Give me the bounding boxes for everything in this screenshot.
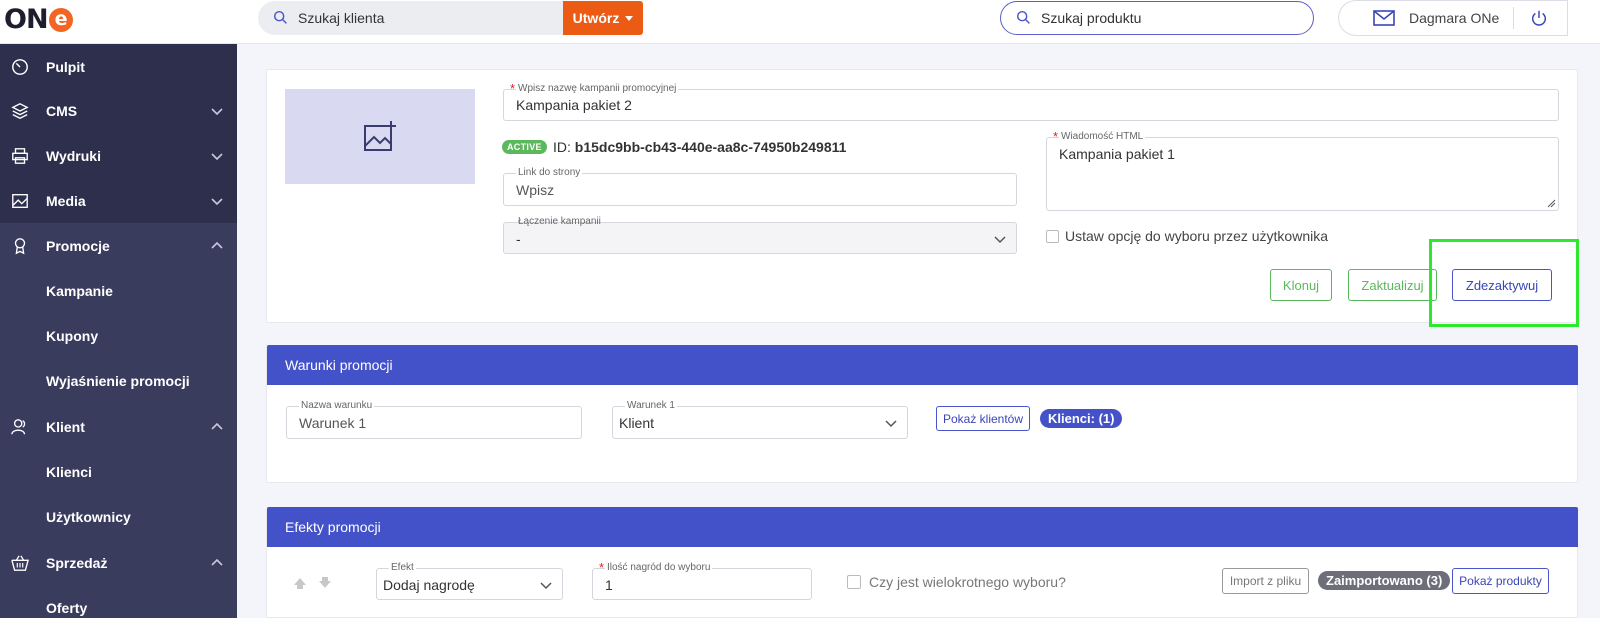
conditions-title: Warunki promocji (285, 357, 393, 373)
image-icon (12, 194, 28, 208)
effect-type-select[interactable]: Efekt Dodaj nagrodę (376, 562, 563, 600)
power-icon[interactable] (1530, 9, 1548, 27)
rewards-count-field[interactable]: * Ilość nagród do wyboru 1 (592, 560, 812, 600)
chevron-up-icon (211, 422, 223, 430)
dashboard-icon (12, 59, 28, 75)
search-icon (1016, 10, 1030, 24)
chevron-down-icon (211, 198, 223, 206)
sidebar-item-klient[interactable]: Klient (0, 404, 237, 450)
sidebar-item-pulpit[interactable]: Pulpit (0, 44, 237, 90)
multiple-choice-checkbox[interactable] (847, 575, 861, 589)
create-button[interactable]: Utwórz (563, 1, 643, 35)
chevron-down-icon (885, 420, 897, 428)
client-search-input[interactable]: Szukaj klienta (258, 1, 564, 35)
condition-type-label: Warunek 1 (625, 400, 677, 411)
rewards-count-value: 1 (605, 577, 613, 593)
sidebar-item-media[interactable]: Media (0, 178, 237, 224)
caret-down-icon (625, 15, 634, 21)
campaign-image-placeholder[interactable] (285, 89, 475, 184)
campaign-id: ID: b15dc9bb-cb43-440e-aa8c-74950b249811 (553, 139, 847, 155)
sidebar-item-kupony[interactable]: Kupony (0, 313, 237, 359)
effects-title: Efekty promocji (285, 519, 381, 535)
mail-icon[interactable] (1373, 10, 1395, 26)
import-file-button[interactable]: Import z pliku (1222, 568, 1309, 594)
chevron-down-icon (211, 108, 223, 116)
highlight-frame (1429, 239, 1579, 327)
add-image-icon (364, 120, 396, 151)
sidebar-item-uzytkownicy[interactable]: Użytkownicy (0, 494, 237, 540)
printer-icon (12, 148, 28, 164)
update-button[interactable]: Zaktualizuj (1348, 269, 1437, 301)
sidebar-item-wydruki[interactable]: Wydruki (0, 133, 237, 179)
html-message-value: Kampania pakiet 1 (1059, 146, 1175, 162)
required-marker: * (599, 560, 605, 575)
sidebar-item-cms[interactable]: CMS (0, 88, 237, 134)
sidebar-item-sprzedaz[interactable]: Sprzedaż (0, 540, 237, 586)
imported-count-badge: Zaimportowano (3) (1318, 571, 1451, 590)
conditions-header: Warunki promocji (267, 345, 1578, 385)
multiple-choice-label: Czy jest wielokrotnego wyboru? (869, 574, 1066, 590)
user-option-label: Ustaw opcję do wyboru przez użytkownika (1065, 228, 1329, 244)
condition-name-value: Warunek 1 (299, 415, 367, 431)
resize-handle-icon[interactable] (1547, 199, 1556, 208)
campaign-name-value: Kampania pakiet 2 (516, 97, 632, 113)
reorder-arrows-icon[interactable] (292, 575, 342, 591)
chevron-up-icon (211, 241, 223, 249)
search-icon (273, 10, 287, 24)
chevron-down-icon (540, 582, 552, 590)
campaign-merge-select[interactable]: Łączenie kampanii - (503, 216, 1017, 254)
condition-name-label: Nazwa warunku (299, 400, 375, 411)
page-link-label: Link do strony (516, 167, 583, 178)
top-bar: ON e Szukaj klienta Utwórz Szukaj produkt… (0, 0, 1600, 44)
show-clients-button[interactable]: Pokaż klientów (936, 406, 1030, 431)
users-icon (11, 419, 26, 435)
layers-icon (11, 103, 29, 119)
required-marker: * (510, 81, 516, 96)
effects-header: Efekty promocji (267, 507, 1578, 547)
show-products-button[interactable]: Pokaż produkty (1452, 568, 1549, 594)
campaign-name-label: Wpisz nazwę kampanii promocyjnej (516, 83, 679, 94)
user-name[interactable]: Dagmara ONe (1409, 10, 1499, 26)
effect-type-label: Efekt (389, 562, 416, 573)
divider (1513, 7, 1515, 29)
award-icon (14, 238, 26, 255)
clients-count-badge[interactable]: Klienci: (1) (1040, 409, 1123, 428)
page-link-field[interactable]: Link do strony Wpisz (503, 167, 1017, 206)
product-search-placeholder: Szukaj produktu (1041, 10, 1142, 26)
chevron-down-icon (994, 236, 1006, 244)
sidebar-item-oferty[interactable]: Oferty (0, 585, 237, 618)
effect-type-value: Dodaj nagrodę (383, 577, 475, 593)
chevron-up-icon (211, 558, 223, 566)
condition-name-field[interactable]: Nazwa warunku Warunek 1 (286, 400, 582, 439)
sidebar-item-kampanie[interactable]: Kampanie (0, 268, 237, 314)
sidebar-item-wyjasnienie-promocji[interactable]: Wyjaśnienie promocji (0, 358, 237, 404)
app-logo[interactable]: ON e (4, 4, 73, 35)
clone-button[interactable]: Klonuj (1270, 269, 1332, 301)
user-menu: Dagmara ONe (1338, 0, 1568, 36)
html-message-label: Wiadomość HTML (1059, 131, 1146, 142)
product-search-input[interactable]: Szukaj produktu (1000, 1, 1314, 35)
condition-type-value: Klient (619, 415, 655, 431)
rewards-count-label: Ilość nagród do wyboru (605, 562, 713, 573)
client-search-placeholder: Szukaj klienta (298, 10, 385, 26)
campaign-name-field[interactable]: * Wpisz nazwę kampanii promocyjnej Kampa… (503, 81, 1559, 121)
condition-type-select[interactable]: Warunek 1 Klient (612, 400, 908, 439)
campaign-merge-label: Łączenie kampanii (518, 216, 601, 227)
campaign-merge-value: - (516, 231, 521, 247)
basket-icon (11, 555, 29, 571)
html-message-textarea[interactable]: * Wiadomość HTML Kampania pakiet 1 (1046, 129, 1559, 211)
page-link-placeholder: Wpisz (516, 182, 555, 198)
sidebar-item-promocje[interactable]: Promocje (0, 223, 237, 269)
sidebar-item-klienci[interactable]: Klienci (0, 449, 237, 495)
required-marker: * (1053, 129, 1059, 144)
user-option-checkbox[interactable] (1046, 230, 1059, 243)
sidebar: Pulpit CMS Wydruki Media Promocje Kampan… (0, 44, 237, 618)
status-badge: ACTIVE (502, 140, 547, 154)
chevron-down-icon (211, 153, 223, 161)
